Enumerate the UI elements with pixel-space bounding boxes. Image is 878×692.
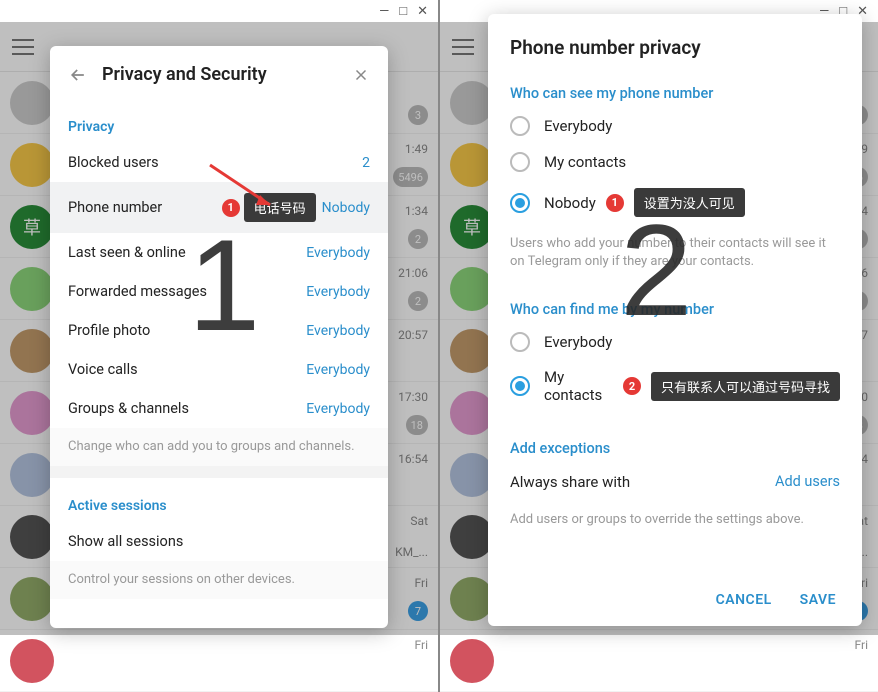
titlebar: — □ ✕	[0, 0, 438, 22]
radio-everybody-see[interactable]: Everybody	[488, 108, 862, 144]
annotation-badge-2: 2	[623, 377, 641, 395]
subheading-who-find: Who can find me by my number	[488, 281, 862, 324]
row-value: Everybody	[306, 245, 370, 261]
avatar	[450, 639, 494, 683]
radio-icon	[510, 116, 530, 136]
row-value: 2	[362, 155, 370, 171]
phone-number-privacy-modal: Phone number privacy Who can see my phon…	[488, 14, 862, 626]
row-label: Forwarded messages	[68, 283, 207, 300]
row-value: Nobody	[322, 200, 370, 216]
divider	[50, 466, 388, 478]
chat-time: Fri	[415, 638, 428, 652]
row-profile-photo[interactable]: Profile photo Everybody	[50, 311, 388, 350]
row-forwarded[interactable]: Forwarded messages Everybody	[50, 272, 388, 311]
modal-title: Phone number privacy	[488, 14, 862, 65]
row-always-share[interactable]: Always share with Add users	[488, 463, 862, 501]
radio-label: My contacts	[544, 153, 626, 171]
row-label: Show all sessions	[68, 533, 183, 550]
row-label: Phone number	[68, 199, 162, 216]
cancel-button[interactable]: CANCEL	[716, 592, 772, 608]
radio-label: Nobody	[544, 194, 596, 212]
radio-label: My contacts	[544, 368, 613, 404]
modal-title: Privacy and Security	[102, 64, 352, 85]
radio-contacts-see[interactable]: My contacts	[488, 144, 862, 180]
radio-icon-checked	[510, 376, 530, 396]
radio-label: Everybody	[544, 117, 612, 135]
row-show-sessions[interactable]: Show all sessions	[50, 522, 388, 561]
annotation-arrow	[200, 155, 290, 215]
row-label: Blocked users	[68, 154, 159, 171]
chat-row[interactable]: Fri	[0, 630, 438, 692]
row-voice-calls[interactable]: Voice calls Everybody	[50, 350, 388, 389]
minimize-button[interactable]: —	[379, 4, 389, 19]
privacy-security-modal: Privacy and Security Privacy Blocked use…	[50, 46, 388, 628]
subheading-who-see: Who can see my phone number	[488, 65, 862, 108]
save-button[interactable]: SAVE	[800, 592, 836, 608]
close-window-button[interactable]: ✕	[417, 4, 428, 19]
helper-who-see: Users who add your number to their conta…	[488, 225, 862, 281]
back-arrow-icon[interactable]	[68, 65, 88, 85]
helper-groups: Change who can add you to groups and cha…	[50, 428, 388, 466]
app-window-right: — □ ✕ 31:495496草1:34221:06220:5717:30181…	[440, 0, 878, 635]
row-label: Profile photo	[68, 322, 150, 339]
chat-row[interactable]: Fri	[440, 630, 878, 692]
radio-nobody-see[interactable]: Nobody 1 设置为没人可见	[488, 180, 862, 225]
row-label: Groups & channels	[68, 400, 189, 417]
radio-everybody-find[interactable]: Everybody	[488, 324, 862, 360]
section-privacy: Privacy	[50, 99, 388, 143]
section-sessions: Active sessions	[50, 478, 388, 522]
row-last-seen[interactable]: Last seen & online Everybody	[50, 233, 388, 272]
row-label: Voice calls	[68, 361, 138, 378]
radio-icon	[510, 152, 530, 172]
subheading-exceptions: Add exceptions	[488, 412, 862, 463]
add-users-link[interactable]: Add users	[775, 473, 840, 491]
row-groups-channels[interactable]: Groups & channels Everybody	[50, 389, 388, 428]
row-value: Everybody	[306, 362, 370, 378]
helper-exceptions: Add users or groups to override the sett…	[488, 501, 862, 539]
helper-sessions: Control your sessions on other devices.	[50, 561, 388, 599]
row-value: Everybody	[306, 401, 370, 417]
radio-contacts-find[interactable]: My contacts 2 只有联系人可以通过号码寻找	[488, 360, 862, 412]
maximize-button[interactable]: □	[399, 3, 407, 19]
chat-time: Fri	[855, 638, 868, 652]
radio-icon-checked	[510, 193, 530, 213]
radio-label: Everybody	[544, 333, 612, 351]
row-value: Everybody	[306, 284, 370, 300]
row-value: Everybody	[306, 323, 370, 339]
annotation-tooltip-2: 只有联系人可以通过号码寻找	[651, 372, 840, 401]
row-label: Always share with	[510, 473, 630, 491]
annotation-tooltip-1: 设置为没人可见	[634, 188, 745, 217]
close-icon[interactable]	[352, 66, 370, 84]
avatar	[10, 639, 54, 683]
radio-icon	[510, 332, 530, 352]
row-label: Last seen & online	[68, 244, 186, 261]
app-window-left: — □ ✕ 31:495496草1:34221:06220:5717:30181…	[0, 0, 438, 635]
annotation-badge-1: 1	[606, 194, 624, 212]
